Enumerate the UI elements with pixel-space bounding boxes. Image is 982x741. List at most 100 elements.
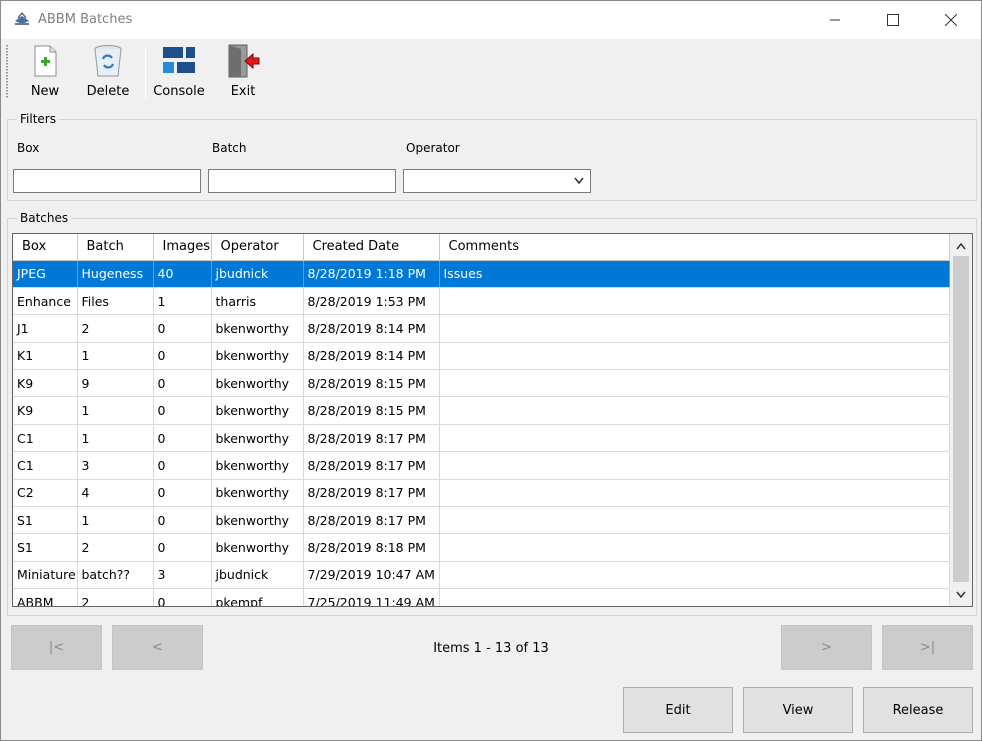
cell-box: K9 (13, 369, 78, 398)
table-row[interactable]: C2 4 0 bkenworthy 8/28/2019 8:17 PM (13, 479, 950, 508)
table-row[interactable]: J1 2 0 bkenworthy 8/28/2019 8:14 PM (13, 314, 950, 343)
cell-operator: bkenworthy (211, 369, 304, 398)
cell-created-date: 8/28/2019 8:15 PM (303, 396, 440, 425)
column-header-images[interactable]: Images (153, 234, 212, 261)
cell-operator: bkenworthy (211, 451, 304, 480)
operator-filter-label: Operator (406, 141, 460, 155)
cell-batch: Files (77, 287, 154, 316)
cell-comments (439, 451, 950, 480)
cell-created-date: 8/28/2019 1:18 PM (303, 260, 440, 288)
cell-comments (439, 561, 950, 590)
cell-images: 0 (153, 342, 212, 371)
close-icon (945, 14, 957, 26)
table-row[interactable]: K9 9 0 bkenworthy 8/28/2019 8:15 PM (13, 369, 950, 398)
cell-created-date: 8/28/2019 8:17 PM (303, 451, 440, 480)
console-label: Console (153, 84, 205, 99)
batch-filter-input[interactable] (208, 169, 396, 193)
cell-images: 0 (153, 424, 212, 453)
scroll-up-button[interactable] (950, 236, 972, 256)
cell-box: C1 (13, 451, 78, 480)
first-page-button[interactable]: |< (11, 625, 102, 670)
column-header-box[interactable]: Box (13, 234, 78, 261)
table-row[interactable]: S1 1 0 bkenworthy 8/28/2019 8:17 PM (13, 506, 950, 535)
cell-images: 0 (153, 506, 212, 535)
cell-box: C2 (13, 479, 78, 508)
cell-images: 1 (153, 287, 212, 316)
batches-table: Box Batch Images Operator Created Date C… (13, 234, 950, 606)
cell-box: J1 (13, 314, 78, 343)
toolbar-separator (145, 47, 146, 99)
release-button[interactable]: Release (863, 687, 973, 733)
table-row[interactable]: Enhance Files 1 tharris 8/28/2019 1:53 PM (13, 287, 950, 316)
filters-legend: Filters (17, 112, 59, 126)
title-bar: ABBM Batches (1, 1, 981, 39)
vertical-scrollbar[interactable] (950, 234, 972, 606)
cell-comments: Issues (439, 260, 950, 288)
cell-created-date: 7/29/2019 10:47 AM (303, 561, 440, 590)
edit-button[interactable]: Edit (623, 687, 733, 733)
table-row[interactable]: K1 1 0 bkenworthy 8/28/2019 8:14 PM (13, 342, 950, 371)
cell-batch: 1 (77, 506, 154, 535)
delete-button[interactable]: Delete (83, 43, 133, 101)
column-header-created-date[interactable]: Created Date (303, 234, 440, 261)
exit-label: Exit (230, 84, 256, 99)
app-icon (15, 12, 29, 25)
cell-box: JPEG (13, 260, 78, 288)
table-row[interactable]: C1 1 0 bkenworthy 8/28/2019 8:17 PM (13, 424, 950, 453)
last-page-button[interactable]: >| (882, 625, 973, 670)
batches-legend: Batches (17, 211, 72, 225)
toolbar-grip[interactable] (6, 45, 8, 99)
cell-created-date: 8/28/2019 1:53 PM (303, 287, 440, 316)
chevron-down-icon (574, 177, 584, 185)
cell-batch: 3 (77, 451, 154, 480)
cell-batch: 2 (77, 314, 154, 343)
maximize-button[interactable] (864, 1, 922, 39)
exit-door-icon (228, 44, 260, 78)
scroll-down-button[interactable] (950, 584, 972, 604)
cell-created-date: 7/25/2019 11:49 AM (303, 588, 440, 606)
next-page-button[interactable]: > (781, 625, 872, 670)
cell-batch: 2 (77, 588, 154, 606)
table-row[interactable]: K9 1 0 bkenworthy 8/28/2019 8:15 PM (13, 396, 950, 425)
column-header-operator[interactable]: Operator (211, 234, 304, 261)
cell-operator: pkempf (211, 588, 304, 606)
operator-filter-select[interactable] (403, 169, 591, 193)
cell-comments (439, 424, 950, 453)
cell-images: 0 (153, 314, 212, 343)
previous-page-button[interactable]: < (112, 625, 203, 670)
exit-button[interactable]: Exit (221, 43, 265, 101)
scrollbar-thumb[interactable] (953, 256, 969, 582)
abbm-batches-window: ABBM Batches New Delete Console Exit Fil… (0, 0, 982, 741)
box-filter-input[interactable] (13, 169, 201, 193)
toolbar: New Delete Console Exit (1, 39, 981, 103)
column-header-comments[interactable]: Comments (439, 234, 950, 261)
view-button[interactable]: View (743, 687, 853, 733)
chevron-down-icon (956, 591, 966, 598)
cell-box: C1 (13, 424, 78, 453)
cell-operator: bkenworthy (211, 506, 304, 535)
cell-images: 40 (153, 260, 212, 288)
close-button[interactable] (922, 1, 980, 39)
column-header-batch[interactable]: Batch (77, 234, 154, 261)
cell-comments (439, 314, 950, 343)
cell-operator: jbudnick (211, 260, 304, 288)
cell-operator: bkenworthy (211, 314, 304, 343)
table-row[interactable]: C1 3 0 bkenworthy 8/28/2019 8:17 PM (13, 451, 950, 480)
items-count: Items 1 - 13 of 13 (433, 641, 549, 656)
cell-batch: 1 (77, 342, 154, 371)
cell-box: K1 (13, 342, 78, 371)
batch-filter-label: Batch (212, 141, 247, 155)
cell-comments (439, 396, 950, 425)
cell-comments (439, 506, 950, 535)
console-button[interactable]: Console (151, 43, 207, 101)
table-row[interactable]: JPEG Hugeness 40 jbudnick 8/28/2019 1:18 PM I… (13, 260, 950, 288)
minimize-button[interactable] (806, 1, 864, 39)
table-row[interactable]: ABBM 2 0 pkempf 7/25/2019 11:49 AM (13, 588, 950, 606)
new-button[interactable]: New (23, 43, 67, 101)
cell-batch: 1 (77, 424, 154, 453)
table-row[interactable]: S1 2 0 bkenworthy 8/28/2019 8:18 PM (13, 533, 950, 562)
cell-created-date: 8/28/2019 8:15 PM (303, 369, 440, 398)
cell-created-date: 8/28/2019 8:18 PM (303, 533, 440, 562)
table-row[interactable]: Miniature batch?? 3 jbudnick 7/29/2019 10:47… (13, 561, 950, 590)
cell-images: 0 (153, 533, 212, 562)
